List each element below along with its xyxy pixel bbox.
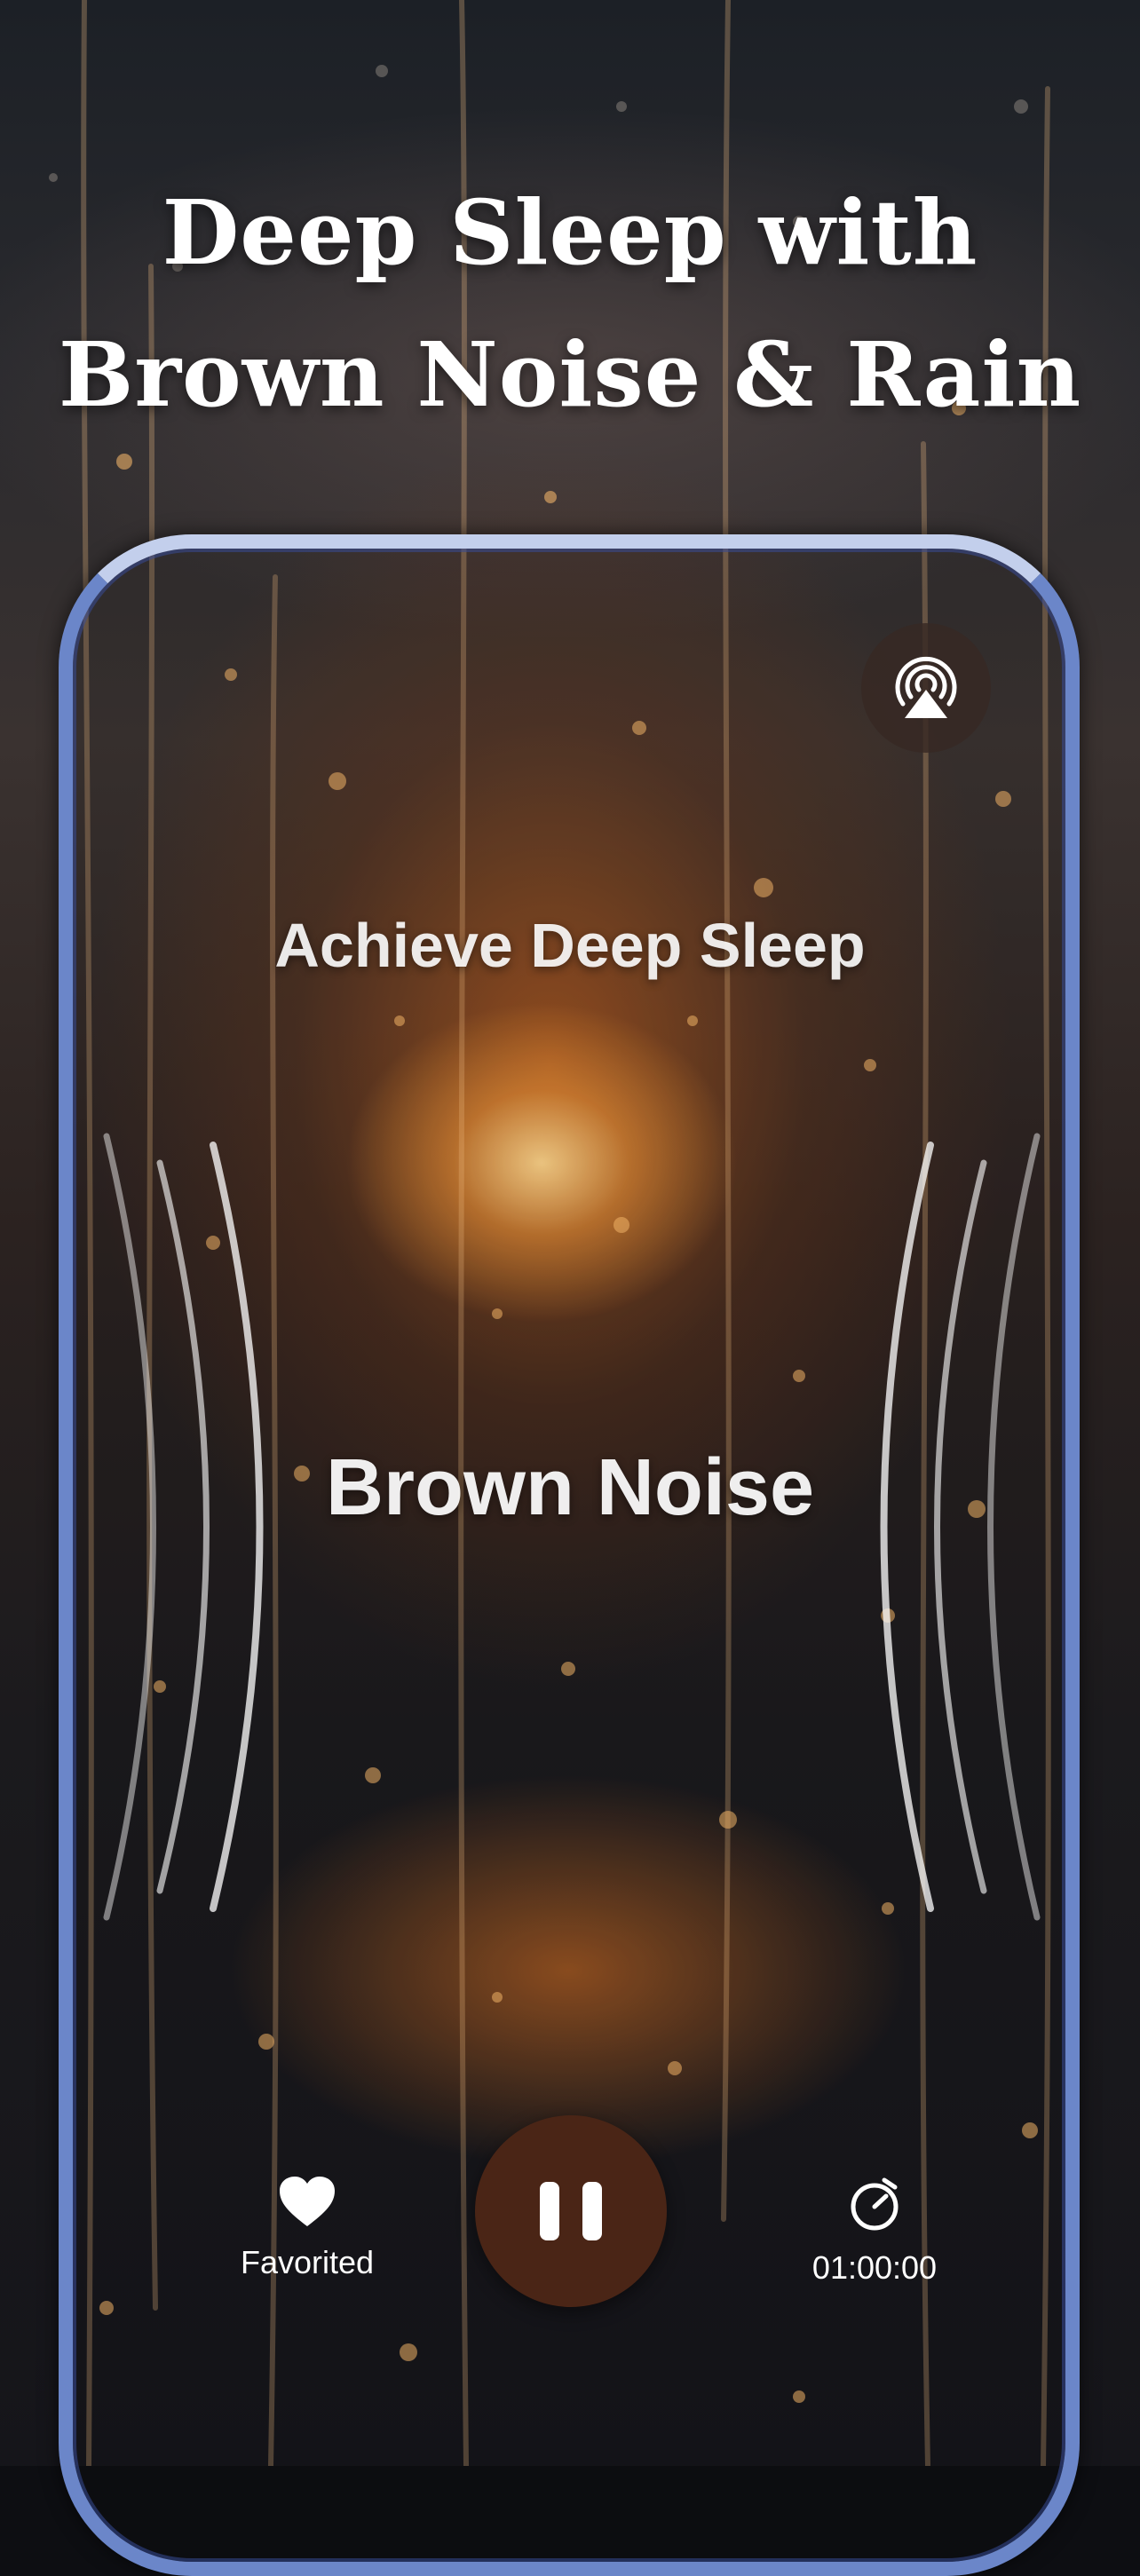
- headline-line-1: Deep Sleep with: [162, 180, 978, 285]
- headline-line-2: Brown Noise & Rain: [58, 322, 1082, 427]
- airplay-button[interactable]: [861, 623, 991, 753]
- timer-value: 01:00:00: [811, 2249, 938, 2286]
- favorite-label: Favorited: [240, 2244, 375, 2280]
- headline: Deep Sleep with Brown Noise & Rain: [0, 162, 1140, 446]
- heart-icon: [280, 2177, 335, 2226]
- sleep-timer-button[interactable]: 01:00:00: [786, 2175, 963, 2287]
- favorite-button[interactable]: Favorited: [211, 2175, 403, 2281]
- track-title: Brown Noise: [325, 1443, 815, 1532]
- play-pause-button[interactable]: [475, 2115, 667, 2307]
- timer-icon: [851, 2177, 899, 2231]
- player-subtitle: Achieve Deep Sleep: [274, 911, 866, 980]
- airplay-icon: [895, 656, 957, 718]
- pause-icon: [528, 2182, 614, 2240]
